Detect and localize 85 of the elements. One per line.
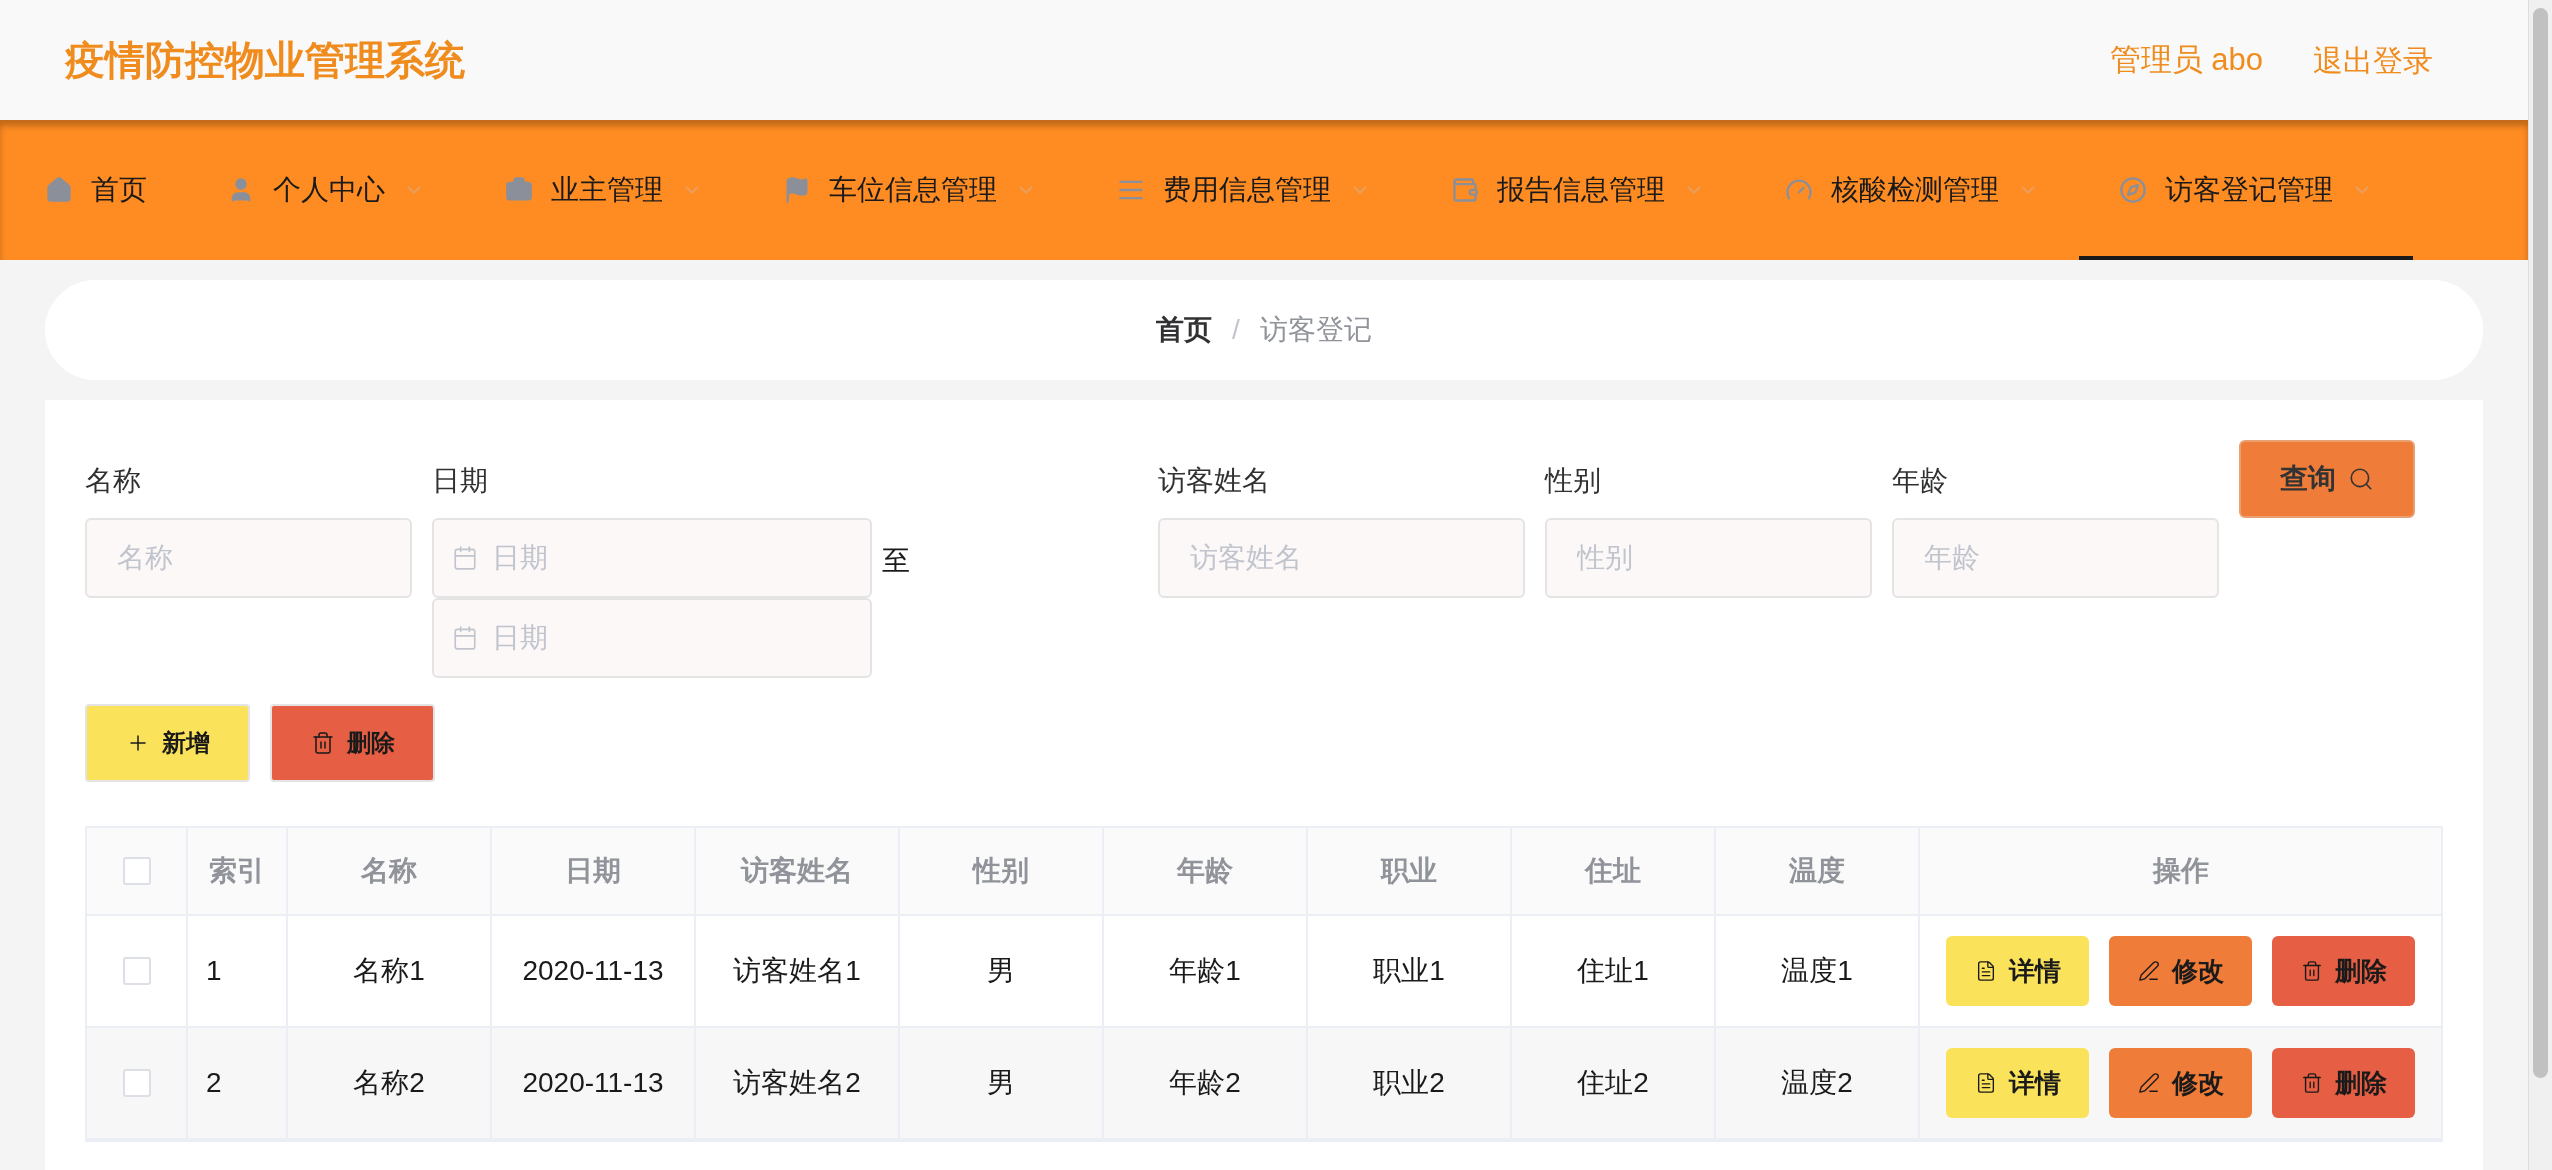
checkbox[interactable] <box>122 957 151 985</box>
add-button[interactable]: 新增 <box>85 704 250 782</box>
nav-label: 首页 <box>91 173 147 207</box>
delete-button[interactable]: 删除 <box>2272 936 2415 1006</box>
table-cell-text: 1 <box>206 954 222 988</box>
column-header: 索引 <box>209 854 265 888</box>
trash-icon <box>2300 960 2323 982</box>
wallet-icon <box>1451 176 1479 204</box>
table-cell-text: 住址2 <box>1577 1066 1649 1100</box>
column-header: 日期 <box>565 854 621 888</box>
range-separator: 至 <box>882 544 911 578</box>
column-header: 职业 <box>1381 854 1437 888</box>
table-cell-text: 访客姓名1 <box>733 954 861 988</box>
delete-button[interactable]: 删除 <box>2272 1048 2415 1118</box>
nav-item[interactable]: 报告信息管理 <box>1411 120 1745 260</box>
table-cell-text: 2020-11-13 <box>522 954 664 988</box>
input-field[interactable]: 年龄 <box>1892 518 2219 598</box>
scrollbar[interactable] <box>2528 0 2552 1170</box>
column-header: 年龄 <box>1177 854 1233 888</box>
edit-button[interactable]: 修改 <box>2109 936 2252 1006</box>
table-cell-text: 名称1 <box>353 954 425 988</box>
nav-label: 业主管理 <box>551 173 663 207</box>
breadcrumb-separator: / <box>1232 313 1240 347</box>
calendar-icon <box>452 545 478 571</box>
column-header: 住址 <box>1585 854 1641 888</box>
compass-icon <box>2119 176 2147 204</box>
nav-item[interactable]: 业主管理 <box>465 120 743 260</box>
checkbox[interactable] <box>122 1069 151 1097</box>
nav-label: 个人中心 <box>273 173 385 207</box>
nav-item[interactable]: 费用信息管理 <box>1077 120 1411 260</box>
briefcase-icon <box>505 176 533 204</box>
pen-icon <box>2137 1072 2160 1094</box>
user-label: 管理员 abo <box>2109 40 2263 79</box>
table-cell-text: 职业1 <box>1373 954 1445 988</box>
nav-item[interactable]: 核酸检测管理 <box>1745 120 2079 260</box>
field-label: 年龄 <box>1892 464 1949 498</box>
detail-button[interactable]: 详情 <box>1946 936 2089 1006</box>
search-button[interactable]: 查询 <box>2239 440 2415 518</box>
delete-button[interactable]: 删除 <box>270 704 435 782</box>
table-cell-text: 2020-11-13 <box>522 1066 664 1100</box>
field-label: 性别 <box>1545 464 1602 498</box>
column-header: 温度 <box>1789 854 1845 888</box>
nav-label: 费用信息管理 <box>1163 173 1331 207</box>
input-field[interactable]: 名称 <box>85 518 412 598</box>
table-cell-text: 访客姓名2 <box>733 1066 861 1100</box>
detail-button[interactable]: 详情 <box>1946 1048 2089 1118</box>
input-field[interactable]: 日期 <box>432 598 872 678</box>
nav-item[interactable]: 访客登记管理 <box>2079 120 2413 260</box>
pen-icon <box>2137 960 2160 982</box>
input-field[interactable]: 访客姓名 <box>1158 518 1525 598</box>
app-title: 疫情防控物业管理系统 <box>65 37 465 84</box>
table-cell-text: 男 <box>987 954 1015 988</box>
column-header: 访客姓名 <box>741 854 853 888</box>
calendar-icon <box>452 625 478 651</box>
breadcrumb-link[interactable]: 首页 <box>1156 309 1213 351</box>
table-cell-text: 名称2 <box>353 1066 425 1100</box>
home-icon <box>45 176 73 204</box>
nav-item[interactable]: 车位信息管理 <box>743 120 1077 260</box>
trash-icon <box>2300 1072 2323 1094</box>
checkbox[interactable] <box>122 857 151 885</box>
table-cell-text: 年龄1 <box>1169 954 1241 988</box>
search-icon <box>2348 466 2374 492</box>
column-header: 操作 <box>2152 854 2209 888</box>
nav-item[interactable]: 首页 <box>0 120 187 260</box>
field-label: 名称 <box>85 464 142 498</box>
table-cell-text: 2 <box>206 1066 222 1100</box>
table-cell-text: 住址1 <box>1577 954 1649 988</box>
table-cell-text: 温度2 <box>1781 1066 1853 1100</box>
nav-label: 核酸检测管理 <box>1831 173 1999 207</box>
nav-label: 访客登记管理 <box>2165 173 2333 207</box>
nav-item[interactable]: 个人中心 <box>187 120 465 260</box>
table-cell-text: 温度1 <box>1781 954 1853 988</box>
trash-icon <box>310 731 335 755</box>
table-cell-text: 男 <box>987 1066 1015 1100</box>
field-label: 日期 <box>432 464 489 498</box>
column-header: 性别 <box>973 854 1029 888</box>
nav-label: 车位信息管理 <box>829 173 997 207</box>
input-field[interactable]: 性别 <box>1545 518 1872 598</box>
field-label: 访客姓名 <box>1158 464 1271 498</box>
table-cell-text: 年龄2 <box>1169 1066 1241 1100</box>
nav-label: 报告信息管理 <box>1497 173 1665 207</box>
edit-button[interactable]: 修改 <box>2109 1048 2252 1118</box>
column-header: 名称 <box>361 854 417 888</box>
input-field[interactable]: 日期 <box>432 518 872 598</box>
table-cell-text: 职业2 <box>1373 1066 1445 1100</box>
